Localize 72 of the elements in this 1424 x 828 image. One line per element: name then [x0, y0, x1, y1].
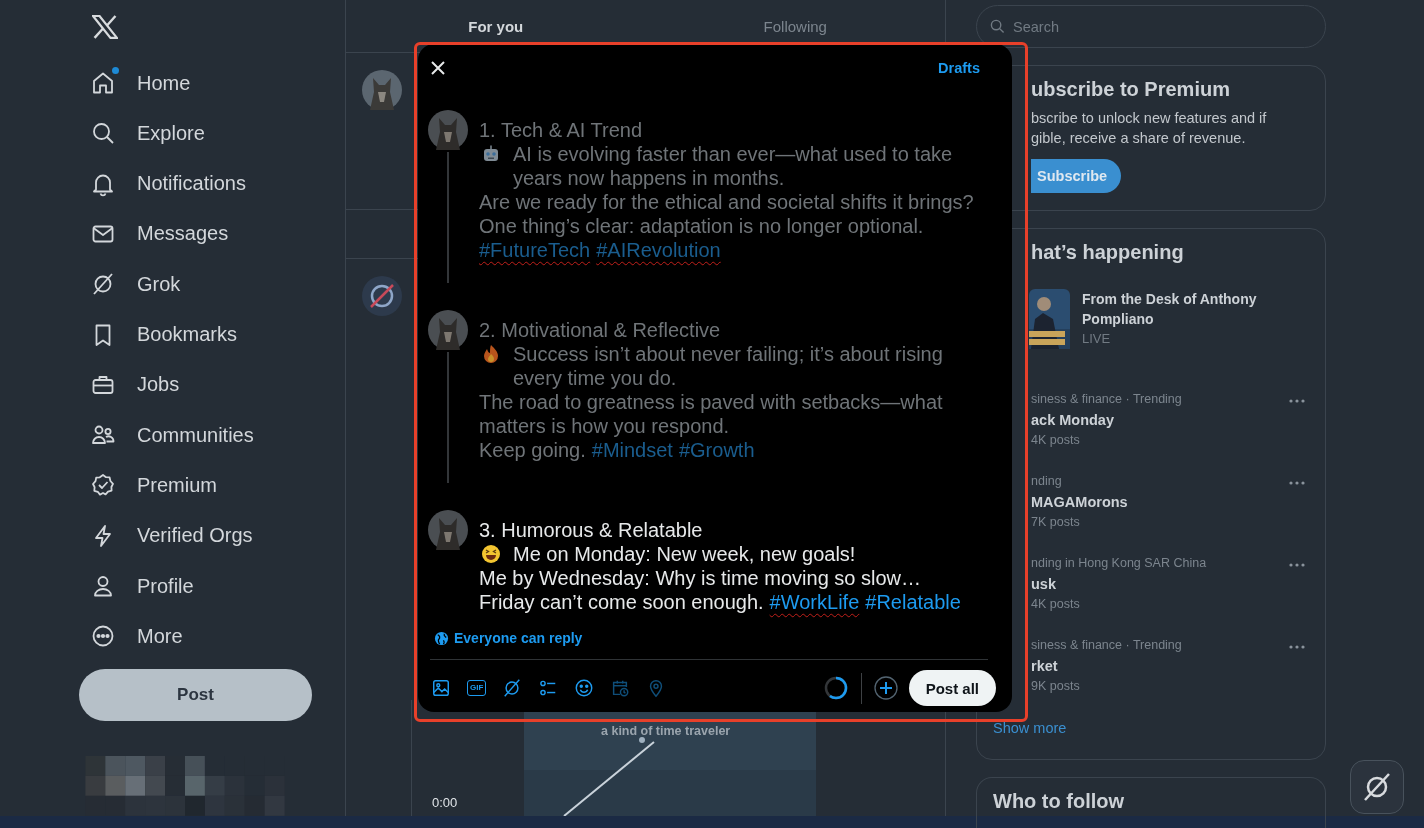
trend-name[interactable]: ack Monday	[1031, 410, 1182, 430]
live-status: LIVE	[1082, 331, 1112, 346]
trend-context: nding	[1031, 473, 1063, 489]
flame-icon	[481, 344, 501, 364]
post-text: Friday can’t come soon enough.	[479, 591, 764, 613]
card-title: ubscribe to Premium	[1031, 78, 1231, 101]
nav-item[interactable]: Bookmarks	[90, 309, 238, 360]
trend-count: 4K posts	[1031, 596, 1081, 612]
nav-item[interactable]: Communities	[90, 410, 254, 461]
trend-context: siness & finance · Trending	[1031, 637, 1182, 653]
show-more-link[interactable]: Show more	[993, 720, 1067, 736]
post-text: Keep going.	[479, 439, 586, 461]
search-icon	[990, 19, 1005, 34]
trend-context: nding in Hong Kong SAR China	[1031, 555, 1207, 571]
nav-item[interactable]: Premium	[90, 460, 217, 511]
post-text: Success isn’t about never failing; it’s about rising every time you do.	[513, 342, 944, 390]
more-icon[interactable]	[1289, 481, 1305, 485]
laughing-face-icon	[481, 544, 501, 564]
nav-item[interactable]: More	[90, 611, 183, 662]
nav-item[interactable]: Notifications	[90, 158, 246, 209]
trend-name[interactable]: usk	[1031, 574, 1207, 594]
search-field[interactable]: Search	[976, 5, 1326, 48]
post-title[interactable]: 3. Humorous & Relatable	[479, 518, 703, 542]
post-text: Are we ready for the ethical and societal shifts it brings?	[479, 191, 974, 213]
slashed-circle-icon[interactable]	[502, 678, 523, 698]
nav-item[interactable]: Explore	[90, 108, 205, 159]
post-text: Me by Wednesday: Why is time moving so slow…	[479, 567, 921, 589]
live-title[interactable]: From the Desk of Anthony Pompliano	[1082, 289, 1282, 329]
nav-item[interactable]: Messages	[90, 208, 229, 260]
trend-count: 7K posts	[1031, 514, 1081, 530]
premium-text: bscribe to unlock new features and if	[1031, 109, 1267, 128]
nav-item[interactable]: Jobs	[90, 359, 180, 410]
nav-item[interactable]: Home	[90, 57, 191, 109]
hashtag-link[interactable]: #WorkLife	[769, 591, 860, 613]
slashed-circle-icon	[1362, 772, 1392, 802]
smiley-icon[interactable]	[574, 678, 595, 698]
trend-count: 4K posts	[1031, 432, 1081, 448]
post-text: One thing’s clear: adaptation is no longer optional.	[479, 215, 924, 237]
trend-context: siness & finance · Trending	[1031, 391, 1182, 407]
post-title[interactable]: 2. Motivational & Reflective	[479, 318, 721, 342]
add-post-icon[interactable]	[873, 676, 898, 700]
reply-setting-link[interactable]: Everyone can reply	[434, 630, 583, 646]
post-text: The road to greatness is paved with setbacks—what matters is how you respond.	[479, 391, 943, 437]
post-text: Me on Monday: New week, new goals!	[513, 542, 856, 566]
more-icon[interactable]	[1289, 645, 1305, 649]
trend-name[interactable]: rket	[1031, 656, 1182, 676]
more-icon[interactable]	[1289, 399, 1305, 403]
globe-icon	[434, 630, 449, 646]
trend-count: 9K posts	[1031, 678, 1081, 694]
nav-item[interactable]: Grok	[90, 259, 181, 310]
hashtag-link[interactable]: #Relatable	[865, 591, 961, 613]
robot-icon	[481, 144, 501, 164]
x-logo[interactable]	[92, 15, 118, 39]
post-title[interactable]: 1. Tech & AI Trend	[479, 118, 643, 142]
character-counter	[822, 675, 849, 701]
post-text: AI is evolving faster than ever—what used to take years now happens in months.	[513, 142, 954, 190]
nav-item[interactable]: Verified Orgs	[90, 510, 253, 561]
close-icon[interactable]	[431, 61, 445, 75]
post-all-button[interactable]: Post all	[908, 670, 996, 706]
video-time: 0:00	[432, 795, 458, 810]
card-title: Who to follow	[993, 790, 1126, 813]
post-button[interactable]: Post	[79, 669, 312, 722]
image-icon[interactable]	[431, 678, 451, 698]
trend-name[interactable]: MAGAMorons	[1031, 492, 1128, 512]
more-icon[interactable]	[1289, 563, 1305, 567]
drafts-link[interactable]: Drafts	[938, 60, 980, 76]
gif-button[interactable]: GIF	[467, 680, 487, 696]
grok-button[interactable]	[1350, 760, 1404, 814]
nav-item[interactable]: Profile	[90, 560, 194, 612]
video-caption: a kind of time traveler	[601, 724, 731, 738]
premium-text: gible, receive a share of revenue.	[1031, 129, 1246, 148]
card-title: hat’s happening	[1031, 241, 1185, 264]
